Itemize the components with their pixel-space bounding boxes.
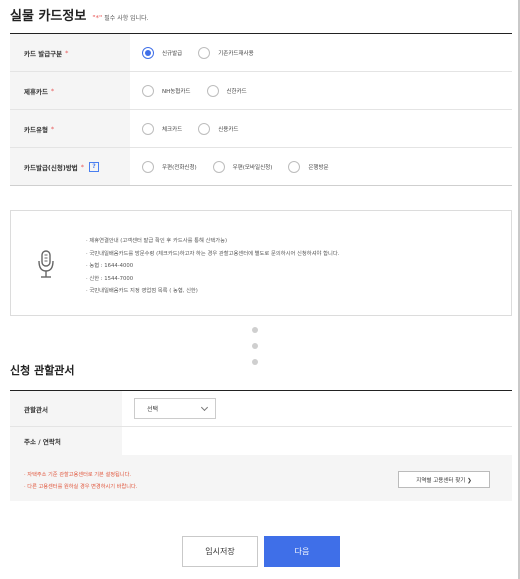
radio-circle[interactable]: [198, 122, 211, 135]
address-row: 주소 / 연락처: [10, 427, 512, 456]
form-row-card-type: 카드유형 * 체크카드 신용카드: [10, 110, 512, 148]
dot: [252, 327, 258, 333]
section-title: 실물 카드정보: [10, 9, 87, 24]
info-line: · 농협 : 1644-4000: [86, 263, 134, 269]
note-box: · 자택주소 기준 관할고용센터로 기본 설정됩니다. · 다른 고용센터를 원…: [10, 455, 512, 501]
radio-mail-mobile[interactable]: 우편(모바일신청): [212, 160, 272, 173]
radio-circle[interactable]: [206, 84, 219, 97]
required-text: 필수 사항 입니다.: [104, 15, 149, 22]
office-row: 관할관서 선택: [10, 391, 512, 427]
chevron-down-icon: [200, 403, 209, 411]
radio-credit-card[interactable]: 신용카드: [198, 122, 239, 135]
form-row-issue-method: 카드발급(신청)방법 * ? 우편(전화신청) 우편(모바일신청) 은행방문: [10, 148, 512, 186]
ellipsis-dots: [252, 327, 258, 375]
help-button[interactable]: ?: [89, 161, 100, 172]
radio-circle[interactable]: [142, 46, 154, 59]
dot: [252, 343, 258, 349]
radio-nh-card[interactable]: NH농협카드: [142, 84, 191, 97]
radio-bank-visit[interactable]: 은행방문: [288, 160, 329, 173]
radio-new-issue[interactable]: 신규발급: [142, 46, 182, 59]
row-value: NH농협카드 신한카드: [130, 72, 512, 109]
row-label: 카드발급(신청)방법 * ?: [10, 148, 130, 185]
required-mark: "*": [92, 14, 103, 22]
page: 실물 카드정보 "*" 필수 사항 입니다. 카드 발급구분 * 신규발급 기존카…: [0, 0, 520, 579]
form-row-partner-card: 제휴카드 * NH농협카드 신한카드: [10, 72, 512, 110]
row-value: 우편(전화신청) 우편(모바일신청) 은행방문: [130, 148, 512, 185]
office-section-title: 신청 관할관서: [10, 364, 75, 377]
radio-shinhan-card[interactable]: 신한카드: [206, 84, 247, 97]
temp-save-button[interactable]: 임시저장: [182, 536, 258, 567]
office-select[interactable]: 선택: [134, 398, 216, 419]
info-line: · 국민내일배움카드 지정 영업점 목록 ( 농협, 신한): [86, 288, 198, 294]
info-box: · 제휴연결안내 (고객센터 발급 확인 후 카드사를 통해 신택가능) · 국…: [10, 210, 512, 316]
radio-circle[interactable]: [198, 46, 211, 59]
radio-circle[interactable]: [212, 160, 225, 173]
card-form-table: 카드 발급구분 * 신규발급 기존카드재사용 제휴카드 * NH농협카드 신한카…: [10, 33, 512, 186]
radio-circle[interactable]: [142, 160, 154, 173]
info-line: · 제휴연결안내 (고객센터 발급 확인 후 카드사를 통해 신택가능): [86, 238, 228, 244]
dot: [252, 359, 258, 365]
row-value: 체크카드 신용카드: [130, 110, 512, 147]
find-employment-center-button[interactable]: 지역별 고용센터 찾기 ❯: [398, 471, 490, 488]
row-label: 주소 / 연락처: [10, 427, 122, 455]
row-label: 카드 발급구분 *: [10, 34, 130, 71]
radio-circle[interactable]: [142, 84, 154, 97]
info-line: · 신한 : 1544-7000: [86, 275, 134, 282]
row-value: 선택: [122, 391, 512, 426]
next-button[interactable]: 다음: [264, 536, 340, 567]
radio-circle[interactable]: [142, 122, 154, 135]
info-lines: · 제휴연결안내 (고객센터 발급 확인 후 카드사를 통해 신택가능) · 국…: [86, 235, 339, 298]
row-value: 신규발급 기존카드재사용: [130, 34, 512, 71]
note-line: · 다른 고용센터를 원하실 경우 변경하시기 바랍니다.: [24, 484, 138, 490]
row-label: 카드유형 *: [10, 110, 130, 147]
radio-check-card[interactable]: 체크카드: [142, 122, 182, 135]
note-line: · 자택주소 기준 관할고용센터로 기본 설정됩니다.: [24, 472, 131, 478]
select-value: 선택: [147, 406, 159, 413]
office-table: 관할관서 선택 주소 / 연락처: [10, 390, 512, 456]
row-label: 관할관서: [10, 391, 122, 426]
info-line: · 국민내일배움카드를 방문수령 (체크카드)하고자 하는 경우 관할고용센터에…: [86, 250, 340, 257]
row-label: 제휴카드 *: [10, 72, 130, 109]
card-section-header: 실물 카드정보 "*" 필수 사항 입니다.: [10, 5, 149, 24]
address-value: [122, 427, 512, 455]
radio-circle[interactable]: [288, 160, 301, 173]
form-row-issue-type: 카드 발급구분 * 신규발급 기존카드재사용: [10, 34, 512, 72]
microphone-icon: [38, 250, 54, 278]
radio-mail-phone[interactable]: 우편(전화신청): [142, 160, 197, 173]
radio-reuse-card[interactable]: 기존카드재사용: [198, 46, 254, 59]
